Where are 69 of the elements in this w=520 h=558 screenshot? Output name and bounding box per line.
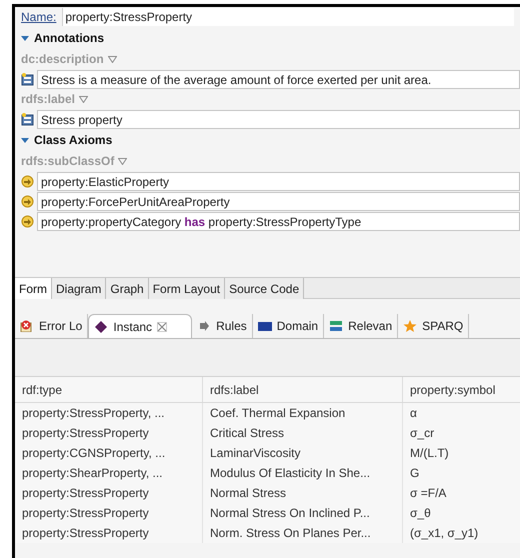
annotation-icon — [21, 112, 34, 126]
class-icon — [21, 194, 34, 208]
expanded-triangle-icon[interactable] — [21, 34, 29, 42]
tab-label: Relevan — [348, 318, 392, 335]
close-icon[interactable] — [157, 322, 168, 332]
column-header[interactable]: property:symbol — [403, 377, 520, 402]
name-label[interactable]: Name: — [21, 8, 56, 26]
class-icon — [21, 174, 34, 188]
table-cell: Modulus Of Elasticity In She... — [203, 463, 403, 483]
tab-label: Rules — [216, 318, 247, 335]
table-cell: Coef. Thermal Expansion — [203, 403, 403, 423]
view-tab[interactable]: Domain — [252, 314, 324, 338]
property-label: dc:description — [21, 51, 104, 68]
editor-tab[interactable]: Form — [15, 278, 52, 299]
dropdown-icon[interactable] — [118, 158, 128, 164]
table-cell: property:StressProperty — [15, 503, 203, 523]
dropdown-icon[interactable] — [79, 96, 88, 102]
editor-tab[interactable]: Diagram — [52, 278, 106, 299]
table-cell: Critical Stress — [203, 423, 403, 443]
table-cell: property:StressProperty — [15, 423, 203, 443]
editor-tab[interactable]: Graph — [106, 278, 149, 299]
class-icon — [21, 214, 34, 228]
view-tab[interactable]: Instanc — [88, 314, 192, 338]
table-cell: Normal Stress — [203, 483, 403, 503]
diamond-icon — [94, 320, 108, 332]
table-cell-text: σ =F/A — [409, 485, 448, 502]
stacked-bars-icon — [329, 320, 344, 332]
arrow-icon — [197, 320, 212, 332]
property-label: rdfs:subClassOf — [21, 153, 114, 170]
table-cell: Norm. Stress On Planes Per... — [203, 523, 403, 543]
name-field[interactable]: property:StressProperty — [62, 8, 514, 26]
tab-label: Domain — [276, 318, 318, 335]
view-tab[interactable]: Rules — [192, 314, 253, 338]
dropdown-icon[interactable] — [108, 56, 117, 62]
expanded-triangle-icon[interactable] — [21, 136, 29, 144]
column-header[interactable]: rdf:type — [15, 377, 203, 402]
tab-label: Instanc — [113, 318, 152, 336]
table-cell: Normal Stress On Inclined P... — [203, 503, 403, 523]
value-field[interactable]: Stress property — [37, 110, 520, 128]
view-tab[interactable]: SPARQ — [398, 314, 470, 338]
section-title: Annotations — [34, 30, 104, 47]
table-cell-text: σ_θ — [409, 505, 432, 522]
table-cell: property:StressProperty — [15, 483, 203, 503]
table-cell: LaminarViscosity — [203, 443, 403, 463]
editor-tab[interactable]: Form Layout — [148, 278, 226, 299]
tab-label: SPARQ — [422, 318, 464, 335]
value-field[interactable]: property:propertyCategory has property:StressPropertyType — [37, 212, 520, 230]
rectangle-icon — [258, 320, 272, 332]
table-cell-text: σ_cr — [409, 425, 436, 442]
editor-tab[interactable]: Source Code — [225, 278, 304, 299]
star-icon — [403, 320, 418, 332]
table-cell: property:StressProperty — [15, 523, 203, 543]
annotation-icon — [21, 72, 34, 86]
table-cell-text: M/(L.T) — [409, 445, 450, 462]
table-cell: property:StressProperty, ... — [15, 403, 203, 423]
view-tab[interactable]: Relevan — [324, 314, 398, 338]
column-header[interactable]: rdfs:label — [203, 377, 403, 402]
value-field[interactable]: Stress is a measure of the average amount of force exerted per unit area. — [37, 70, 520, 88]
value-field[interactable]: property:ElasticProperty — [37, 172, 520, 190]
table-cell: property:ShearProperty, ... — [15, 463, 203, 483]
value-field[interactable]: property:ForcePerUnitAreaProperty — [37, 192, 520, 210]
section-title: Class Axioms — [34, 132, 112, 149]
table-cell-text: α — [409, 405, 418, 422]
error-icon — [20, 320, 34, 332]
table-cell-text: (σ_x1, σ_y1) — [409, 525, 480, 542]
table-cell-text: G — [409, 465, 420, 482]
tab-label: Error Lo — [39, 318, 82, 335]
property-label: rdfs:label — [21, 91, 76, 108]
table-cell: property:CGNSProperty, ... — [15, 443, 203, 463]
